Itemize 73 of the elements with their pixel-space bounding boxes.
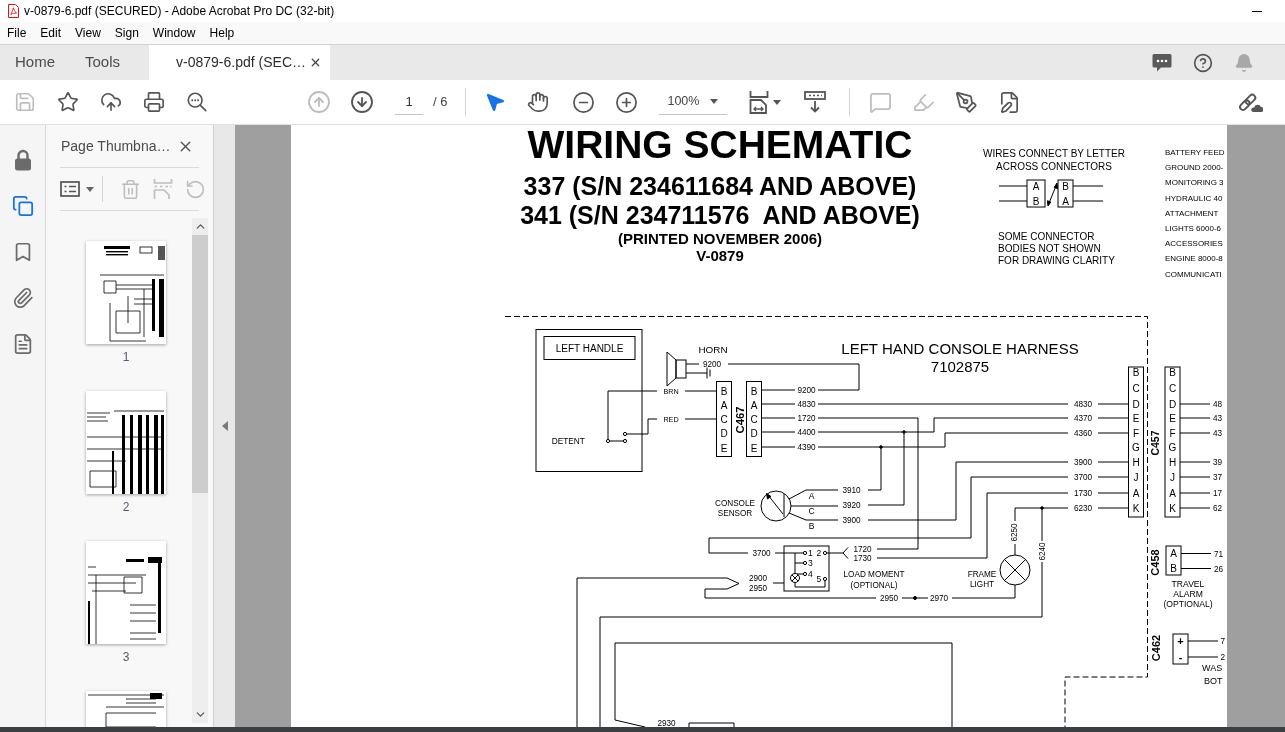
model-line: 341 (S/N 234711576 AND ABOVE) [520,201,920,229]
wire-group-label: LIGHTS 6000-6 [1165,224,1222,233]
caret-icon[interactable] [710,99,719,104]
minimize-icon[interactable] [1252,10,1262,12]
wire-group-label: MONITORING 3 [1165,178,1224,188]
wire-group-label: ENGINE 8000-8 [1165,254,1223,264]
zoom-in-icon[interactable] [614,90,638,114]
page-number-label: 2 [122,500,130,514]
fit-page-icon[interactable] [749,90,770,114]
menu-item[interactable]: Window [145,27,203,39]
tab[interactable]: Home [0,45,70,80]
wire-group-label: BATTERY FEED [1165,148,1225,157]
pointer-icon[interactable] [484,91,507,113]
page-thumbnail[interactable] [86,691,166,727]
star-icon[interactable] [57,91,79,113]
zoom-out-icon[interactable] [571,90,595,114]
pin-label: A [1032,180,1040,192]
pin-label: A [1062,195,1069,207]
wire-number: 7 [1220,637,1226,646]
cloud-upload-icon[interactable] [100,91,122,113]
arrow-down-circle-icon[interactable] [350,90,374,114]
search-icon[interactable] [186,91,208,113]
link-cloud-icon[interactable] [1237,91,1263,113]
document-code: V-0879 [696,247,744,264]
comment-icon[interactable] [1152,53,1172,72]
page-thumbnail[interactable] [86,541,166,644]
collapse-arrow-icon[interactable] [221,421,228,431]
menu-item[interactable]: Help [202,27,242,39]
panel-title: Page Thumbna… [61,136,171,156]
scroll-mode-icon[interactable] [804,91,827,113]
legend-note: BODIES NOT SHOWN [998,242,1101,254]
tab[interactable]: v-0879-6.pdf (SEC… [149,45,331,80]
hand-icon[interactable] [527,91,550,113]
scrollbar-thumb[interactable] [192,235,208,493]
window-title: v-0879-6.pdf (SECURED) - Adobe Acrobat Pro DC (32-bit) [24,5,335,17]
menu-item[interactable]: File [0,27,34,39]
wire-group-label: HYDRAULIC 40 [1165,193,1223,203]
list-options-icon[interactable] [60,181,80,197]
pin-label: B [1032,195,1040,207]
legend-note: FOR DRAWING CLARITY [998,255,1115,267]
caret-icon[interactable] [86,186,94,192]
pages-icon[interactable] [11,195,34,217]
help-icon[interactable] [1193,52,1213,73]
zoom-level-field[interactable]: 100% [659,89,728,115]
menu-item[interactable]: Edit [33,27,69,39]
caret-icon[interactable] [773,99,782,105]
wire-group-label: ATTACHMENT [1165,208,1219,218]
wire-group-label: ACCESSORIES [1165,239,1223,249]
wire-group-label: GROUND 2000- [1165,163,1224,173]
wire-group-label: COMMUNICATI [1165,269,1222,279]
page-number-field[interactable]: 1 [395,89,423,115]
pdf-file-icon [8,4,19,18]
tab[interactable]: Tools [70,45,136,80]
print-icon[interactable] [143,91,165,113]
wire-number: 2 [1220,653,1226,662]
page-thumbnail[interactable] [86,391,166,494]
pen-icon[interactable] [954,90,978,114]
page-thumbnail[interactable] [86,241,166,344]
page-number-label: 3 [122,650,130,664]
page-number-label: 1 [122,350,130,364]
lock-icon[interactable] [13,149,32,171]
legend-heading: ACROSS CONNECTORS [996,161,1112,172]
menu-item[interactable]: Sign [107,27,146,39]
menu-item[interactable]: View [68,27,108,39]
legend-heading: WIRES CONNECT BY LETTER [983,148,1125,159]
page-count: / 6 [433,93,448,112]
model-line: 337 (S/N 234611684 AND ABOVE) [523,172,917,200]
pin-label: B [1062,180,1069,192]
scrollbar[interactable] [192,218,208,723]
paperclip-icon[interactable] [11,287,34,309]
document-title: WIRING SCHEMATIC [527,125,913,166]
legend-note: SOME CONNECTOR [998,230,1095,242]
print-note: (PRINTED NOVEMBER 2006) [617,230,823,247]
